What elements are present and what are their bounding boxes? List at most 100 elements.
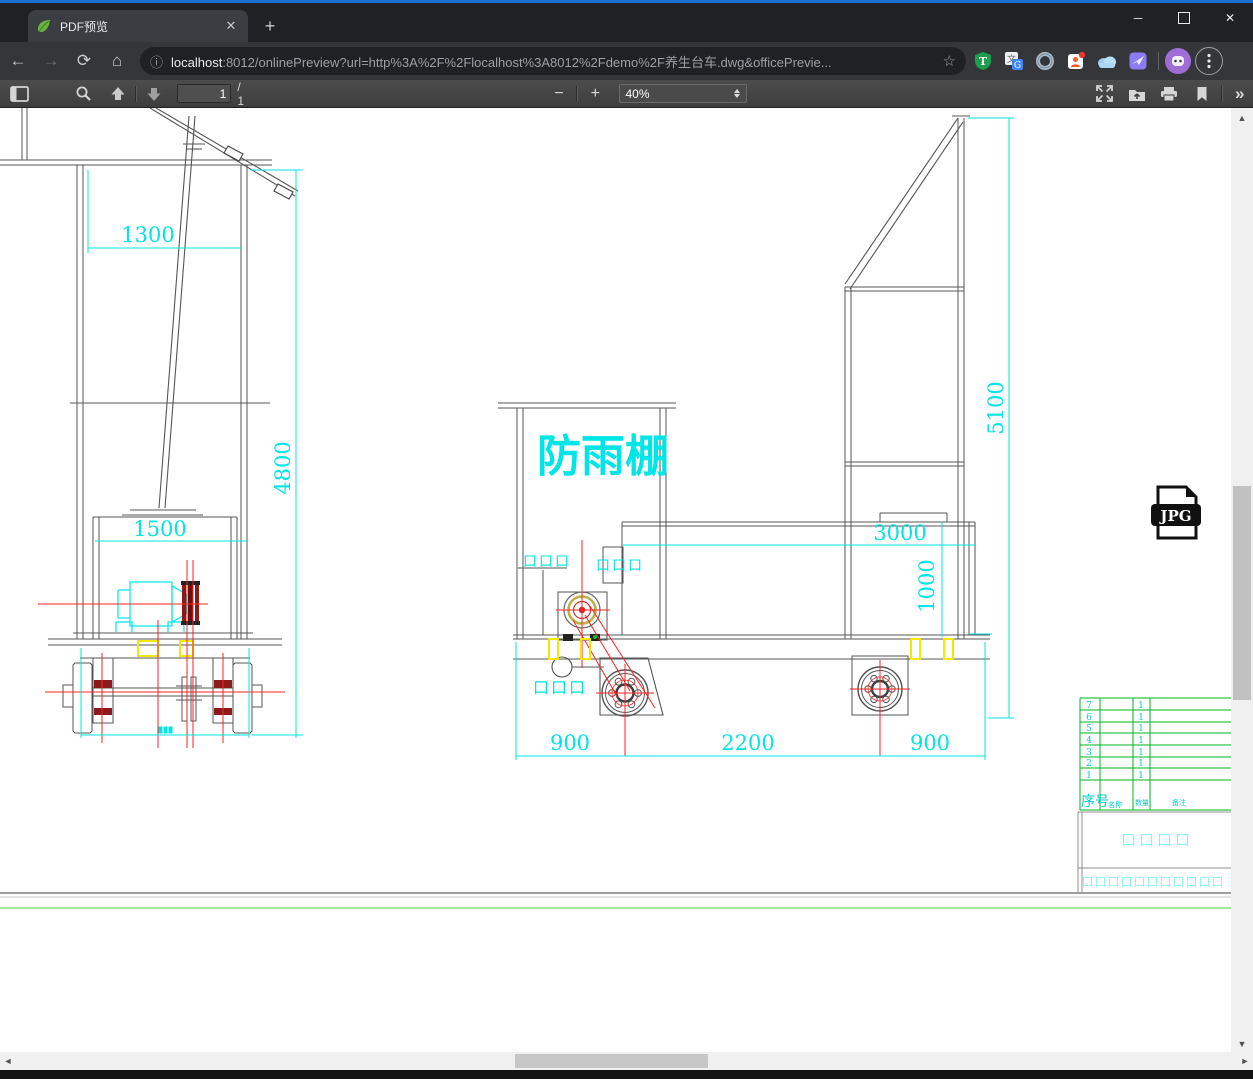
drawing-title-glyphs: 口口口口	[1121, 831, 1193, 849]
svg-text:T: T	[979, 55, 988, 68]
bom-header-remark: 备注	[1172, 798, 1186, 807]
horizontal-scrollbar[interactable]: ◄ ►	[0, 1052, 1253, 1070]
bom-row-qty: 1	[1138, 701, 1144, 711]
scroll-down-icon[interactable]: ▼	[1231, 1036, 1253, 1052]
extension-tampermonkey[interactable]: T	[969, 47, 997, 75]
jpg-badge-label: JPG	[1158, 507, 1191, 525]
search-icon	[76, 86, 91, 101]
zoom-select-spinner-icon	[734, 89, 741, 98]
extension-bird[interactable]	[1124, 47, 1152, 75]
presentation-mode-button[interactable]	[1091, 82, 1117, 106]
shelter-label: 防雨棚	[537, 431, 669, 482]
profile-avatar[interactable]	[1165, 48, 1191, 74]
bookmark-star-icon[interactable]: ☆	[943, 52, 956, 70]
pdf-toolbar: / 1 − + 40%	[0, 80, 1253, 108]
extension-orange-badge[interactable]	[1062, 47, 1090, 75]
zoom-in-button[interactable]: +	[582, 82, 608, 106]
bom-row-qty: 1	[1138, 748, 1144, 758]
bom-header-qty: 数量	[1135, 798, 1149, 807]
dim-rear-overhang: 900	[910, 731, 950, 755]
address-bar[interactable]: ⓘ localhost:8012/onlinePreview?url=http%…	[140, 47, 966, 75]
extension-translate[interactable]: 文 G	[1000, 47, 1028, 75]
vertical-scrollbar-thumb[interactable]	[1233, 486, 1251, 700]
sheet-border	[0, 892, 1231, 909]
page-count-label: / 1	[237, 79, 244, 108]
svg-text:G: G	[1014, 61, 1021, 71]
dim-left-inner: 1500	[133, 517, 186, 541]
side-view-slant-roof	[844, 117, 964, 290]
forward-button[interactable]: →	[36, 46, 66, 76]
bom-row-no: 4	[1086, 736, 1092, 746]
window-bottom-strip	[0, 1070, 1253, 1079]
cad-drawing: 1300 4800 1500 防雨棚 5100 3000 1000 900 22…	[0, 108, 1231, 909]
tab-title: PDF预览	[60, 19, 109, 34]
tab-close-icon[interactable]: ✕	[222, 17, 240, 35]
previous-page-button[interactable]	[105, 82, 131, 106]
drawing-subtitle-glyphs: 口口口口口口口口口口口	[1081, 875, 1224, 889]
maximize-button[interactable]	[1161, 3, 1207, 33]
bom-row-qty: 1	[1138, 771, 1144, 781]
jpg-file-icon: JPG	[1151, 485, 1201, 540]
horizontal-scrollbar-thumb[interactable]	[515, 1054, 708, 1068]
pdf-page-canvas: 1300 4800 1500 防雨棚 5100 3000 1000 900 22…	[0, 108, 1231, 1052]
scroll-right-icon[interactable]: ►	[1237, 1052, 1253, 1070]
print-button[interactable]	[1156, 82, 1182, 106]
new-tab-button[interactable]: +	[258, 15, 282, 39]
browser-window: PDF预览 ✕ + ─ ✕ ← → ⟳ ⌂ ⓘ localhost:8012/o…	[0, 0, 1253, 1079]
bom-row-qty: 1	[1138, 736, 1144, 746]
dim-left-width: 1300	[121, 223, 174, 247]
spring-leaf-favicon	[37, 20, 50, 32]
page-number-input[interactable]	[177, 84, 232, 103]
printer-icon	[1161, 86, 1178, 101]
bom-header-name: 名称	[1108, 800, 1122, 809]
bom-row-no: 7	[1086, 701, 1092, 711]
left-view-yellow-pads	[137, 640, 194, 657]
extension-ring[interactable]	[1031, 47, 1059, 75]
close-button[interactable]: ✕	[1207, 3, 1253, 33]
page-up-icon	[111, 86, 125, 100]
site-info-icon[interactable]: ⓘ	[150, 52, 163, 71]
maximize-icon	[1178, 12, 1190, 24]
bom-header-no: 序号	[1081, 794, 1109, 810]
dim-right-height: 5100	[984, 381, 1008, 434]
home-button[interactable]: ⌂	[102, 46, 132, 76]
url-text: localhost:8012/onlinePreview?url=http%3A…	[171, 52, 937, 71]
vertical-scrollbar[interactable]: ▲ ▼	[1231, 108, 1253, 1052]
motor-label-1: 口口口	[523, 554, 571, 570]
zoom-out-button[interactable]: −	[546, 82, 572, 106]
scroll-left-icon[interactable]: ◄	[0, 1052, 16, 1070]
bom-row-no: 2	[1086, 759, 1092, 769]
search-button[interactable]	[70, 82, 96, 106]
bird-icon	[1129, 52, 1147, 70]
zoom-select[interactable]: 40%	[618, 84, 748, 103]
scroll-up-icon[interactable]: ▲	[1231, 110, 1253, 126]
extension-cloud[interactable]	[1093, 47, 1121, 75]
under-deck-label: 口口口	[533, 678, 587, 697]
window-controls: ─ ✕	[1115, 3, 1253, 35]
avatar-face-icon	[1172, 56, 1184, 66]
bom-row-qty: 1	[1138, 724, 1144, 734]
translate-icon: 文 G	[1005, 52, 1023, 71]
sidebar-toggle-button[interactable]	[6, 82, 32, 106]
url-host: localhost	[171, 54, 223, 70]
ring-icon	[1036, 52, 1054, 70]
left-view-centerlines	[38, 560, 285, 748]
browser-toolbar: ← → ⟳ ⌂ ⓘ localhost:8012/onlinePreview?u…	[0, 42, 1253, 80]
bom-row-qty: 1	[1138, 759, 1144, 769]
left-view-motor	[115, 581, 187, 632]
next-page-button[interactable]	[141, 82, 167, 106]
browser-menu-button[interactable]	[1195, 47, 1223, 75]
bom-row-qty: 1	[1138, 713, 1144, 723]
minimize-button[interactable]: ─	[1115, 3, 1161, 33]
bookmark-icon	[1197, 86, 1206, 101]
kebab-menu-icon	[1207, 53, 1211, 69]
bookmark-button[interactable]	[1188, 82, 1214, 106]
more-tools-button[interactable]: »	[1227, 82, 1253, 106]
tampermonkey-shield-icon: T	[975, 52, 991, 70]
browser-tab[interactable]: PDF预览 ✕	[28, 10, 248, 42]
open-file-button[interactable]	[1124, 82, 1150, 106]
reload-button[interactable]: ⟳	[69, 46, 99, 76]
bom-row-no: 5	[1086, 724, 1092, 734]
motor-label-2: 口口口	[596, 558, 644, 574]
back-button[interactable]: ←	[3, 46, 33, 76]
